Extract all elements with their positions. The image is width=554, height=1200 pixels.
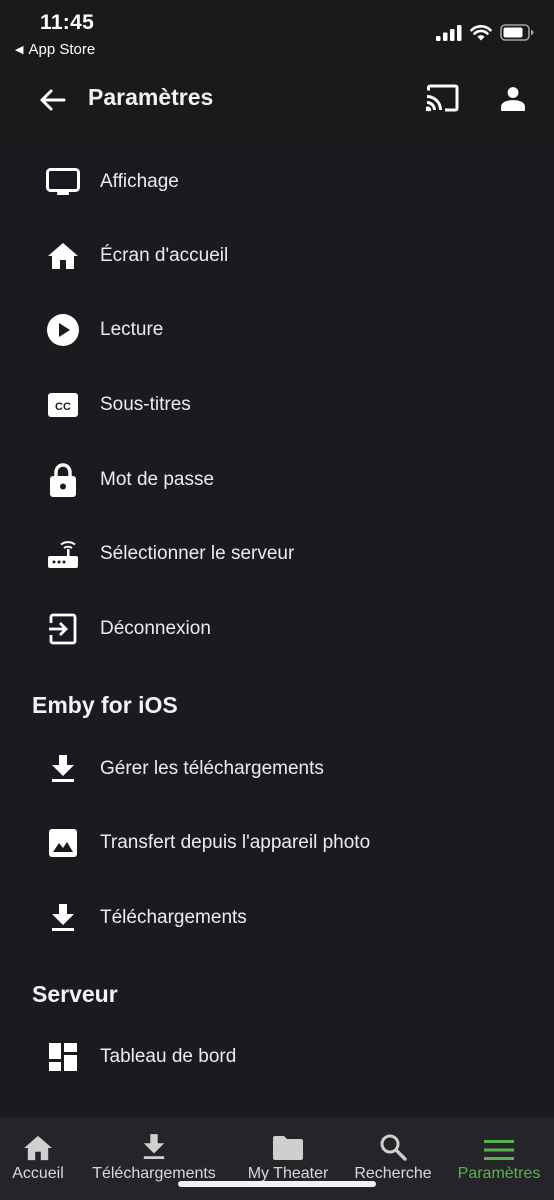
home-icon — [24, 1135, 52, 1161]
cast-icon — [425, 84, 459, 112]
back-to-app-link[interactable]: ◀ App Store — [15, 41, 95, 58]
settings-row-transfert-photo[interactable]: Transfert depuis l'appareil photo — [0, 812, 554, 874]
status-bar: 11:45 ◀ App Store — [0, 0, 554, 64]
back-triangle-icon: ◀ — [15, 44, 24, 56]
settings-row-ecran-accueil[interactable]: Écran d'accueil — [0, 225, 554, 287]
home-icon — [44, 237, 82, 275]
section-header-serveur: Serveur — [32, 981, 118, 1007]
nav-label: Accueil — [12, 1165, 64, 1182]
cellular-signal-icon — [436, 24, 462, 41]
nav-item-accueil[interactable]: Accueil — [0, 1117, 76, 1200]
settings-row-mot-de-passe[interactable]: Mot de passe — [0, 449, 554, 511]
photo-icon — [44, 824, 82, 862]
row-label: Écran d'accueil — [100, 245, 229, 266]
lock-icon — [44, 461, 82, 499]
settings-row-affichage[interactable]: Affichage — [0, 151, 554, 213]
exit-icon — [44, 610, 82, 648]
back-button[interactable] — [32, 82, 72, 118]
wifi-icon — [470, 24, 492, 40]
settings-row-lecture[interactable]: Lecture — [0, 299, 554, 361]
row-label: Téléchargements — [100, 907, 247, 928]
settings-row-tableau-de-bord[interactable]: Tableau de bord — [0, 1026, 554, 1088]
nav-item-telechargements[interactable]: Téléchargements — [80, 1117, 228, 1200]
home-indicator[interactable] — [178, 1181, 376, 1187]
nav-item-parametres[interactable]: Paramètres — [448, 1117, 550, 1200]
settings-row-serveur[interactable]: Sélectionner le serveur — [0, 523, 554, 585]
row-label: Affichage — [100, 171, 179, 192]
battery-icon — [500, 24, 534, 41]
app-bar: Paramètres — [0, 64, 554, 150]
svg-text:CC: CC — [55, 401, 71, 413]
download-icon — [143, 1134, 165, 1159]
row-label: Déconnexion — [100, 618, 211, 639]
profile-button[interactable] — [492, 78, 534, 118]
dashboard-icon — [44, 1038, 82, 1076]
settings-row-gerer-telechargements[interactable]: Gérer les téléchargements — [0, 738, 554, 800]
nav-item-my-theater[interactable]: My Theater — [236, 1117, 340, 1200]
settings-row-telechargements[interactable]: Téléchargements — [0, 887, 554, 949]
back-app-label: App Store — [28, 41, 96, 58]
row-label: Sélectionner le serveur — [100, 543, 295, 564]
row-label: Gérer les téléchargements — [100, 758, 324, 779]
router-icon — [44, 535, 82, 573]
row-label: Sous-titres — [100, 394, 191, 415]
bottom-navigation: Accueil Téléchargements My Theater Reche… — [0, 1117, 554, 1200]
menu-icon — [484, 1140, 514, 1160]
row-label: Transfert depuis l'appareil photo — [100, 832, 371, 853]
download-icon — [44, 750, 82, 788]
settings-row-sous-titres[interactable]: CC Sous-titres — [0, 374, 554, 436]
download-icon — [44, 899, 82, 937]
page-title: Paramètres — [88, 84, 214, 110]
section-header-emby-ios: Emby for iOS — [32, 692, 178, 718]
status-icons — [436, 24, 534, 41]
person-icon — [501, 87, 525, 111]
nav-item-recherche[interactable]: Recherche — [348, 1117, 438, 1200]
search-icon — [380, 1134, 407, 1161]
folder-icon — [273, 1136, 303, 1160]
settings-row-deconnexion[interactable]: Déconnexion — [0, 598, 554, 660]
monitor-icon — [44, 163, 82, 201]
nav-label: Paramètres — [457, 1165, 541, 1182]
row-label: Tableau de bord — [100, 1046, 237, 1067]
play-circle-icon — [44, 311, 82, 349]
row-label: Mot de passe — [100, 469, 215, 490]
status-time: 11:45 — [40, 11, 95, 34]
closed-caption-icon: CC — [44, 386, 82, 424]
row-label: Lecture — [100, 319, 164, 340]
cast-button[interactable] — [420, 78, 464, 118]
arrow-left-icon — [40, 89, 66, 111]
